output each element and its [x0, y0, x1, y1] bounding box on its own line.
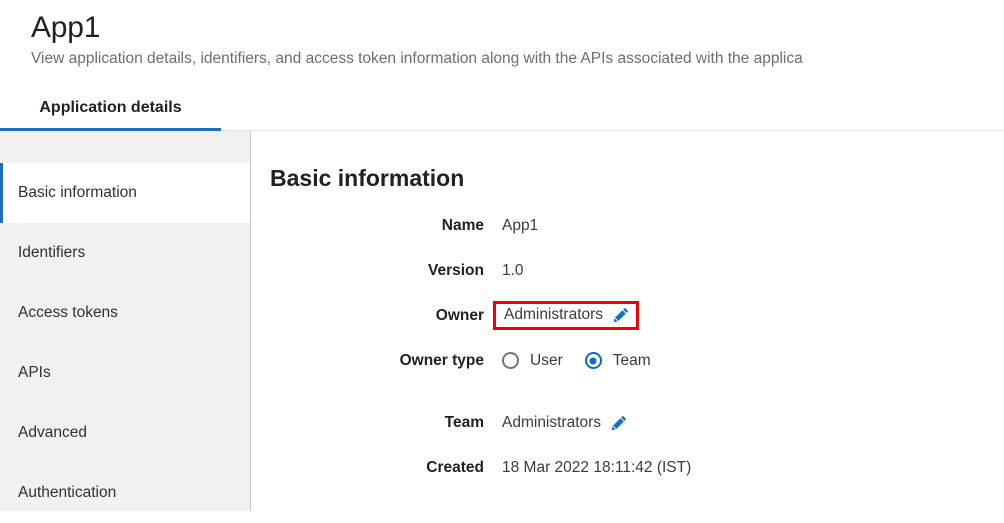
field-value-version: 1.0 — [502, 261, 524, 279]
field-label-name: Name — [441, 216, 484, 234]
field-label-team: Team — [444, 413, 484, 431]
sidebar-item-basic-information-label: Basic information — [18, 184, 137, 201]
radio-team-indicator[interactable] — [584, 352, 602, 369]
radio-option-team-label: Team — [612, 351, 651, 369]
pencil-icon[interactable] — [611, 415, 627, 431]
sidebar: Basic information Identifiers Access tok… — [0, 131, 251, 511]
tab-application-details-label: Application details — [39, 98, 182, 116]
field-row-version: Version 1.0 — [251, 248, 1004, 293]
sidebar-item-access-tokens[interactable]: Access tokens — [0, 283, 250, 343]
basic-information-form: Name App1 Version 1.0 Owner Administrato… — [251, 203, 1004, 490]
tab-application-details[interactable]: Application details — [0, 88, 221, 131]
section-title: Basic information — [270, 165, 465, 191]
field-value-owner-container: Administrators — [493, 301, 640, 330]
field-value-team-container: Administrators — [502, 414, 627, 432]
field-value-name: App1 — [502, 216, 539, 234]
page-header: App1 View application details, identifie… — [0, 0, 1004, 131]
sidebar-item-authentication-label: Authentication — [18, 484, 117, 501]
field-value-created: 18 Mar 2022 18:11:42 (IST) — [502, 458, 692, 476]
radio-user-indicator[interactable] — [502, 352, 519, 369]
pencil-icon[interactable] — [613, 307, 629, 323]
field-row-created: Created 18 Mar 2022 18:11:42 (IST) — [251, 445, 1004, 490]
owner-type-radio-group: User Team — [502, 352, 651, 370]
radio-option-team[interactable]: Team — [584, 351, 651, 370]
sidebar-item-access-tokens-label: Access tokens — [18, 304, 118, 321]
field-label-owner: Owner — [435, 306, 484, 324]
field-row-owner: Owner Administrators — [251, 293, 1004, 338]
radio-option-user-label: User — [530, 351, 563, 369]
main-content: Basic information Name App1 Version 1.0 … — [251, 131, 1004, 511]
field-label-owner-type: Owner type — [399, 351, 484, 369]
sidebar-item-authentication[interactable]: Authentication — [0, 463, 250, 523]
sidebar-item-basic-information[interactable]: Basic information — [0, 163, 250, 223]
field-label-version: Version — [428, 261, 484, 279]
radio-option-user[interactable]: User — [502, 352, 563, 370]
tab-bar: Application details — [0, 88, 1004, 131]
field-label-created: Created — [426, 458, 484, 476]
page-title: App1 — [31, 11, 101, 44]
sidebar-item-advanced-label: Advanced — [18, 424, 87, 441]
field-value-owner-type: User Team — [502, 352, 651, 370]
field-value-owner: Administrators — [504, 306, 604, 323]
field-value-team: Administrators — [502, 413, 602, 431]
field-row-owner-type: Owner type User Team — [251, 338, 1004, 383]
sidebar-item-apis[interactable]: APIs — [0, 343, 250, 403]
owner-value-highlight-box[interactable]: Administrators — [493, 301, 640, 330]
sidebar-item-advanced[interactable]: Advanced — [0, 403, 250, 463]
page-description: View application details, identifiers, a… — [31, 50, 803, 67]
sidebar-item-identifiers[interactable]: Identifiers — [0, 223, 250, 283]
field-row-name: Name App1 — [251, 203, 1004, 248]
field-row-team: Team Administrators — [251, 400, 1004, 445]
sidebar-top-spacer — [0, 131, 250, 163]
sidebar-item-apis-label: APIs — [18, 364, 51, 381]
sidebar-item-identifiers-label: Identifiers — [18, 244, 86, 261]
application-details-page: App1 View application details, identifie… — [0, 0, 1004, 511]
